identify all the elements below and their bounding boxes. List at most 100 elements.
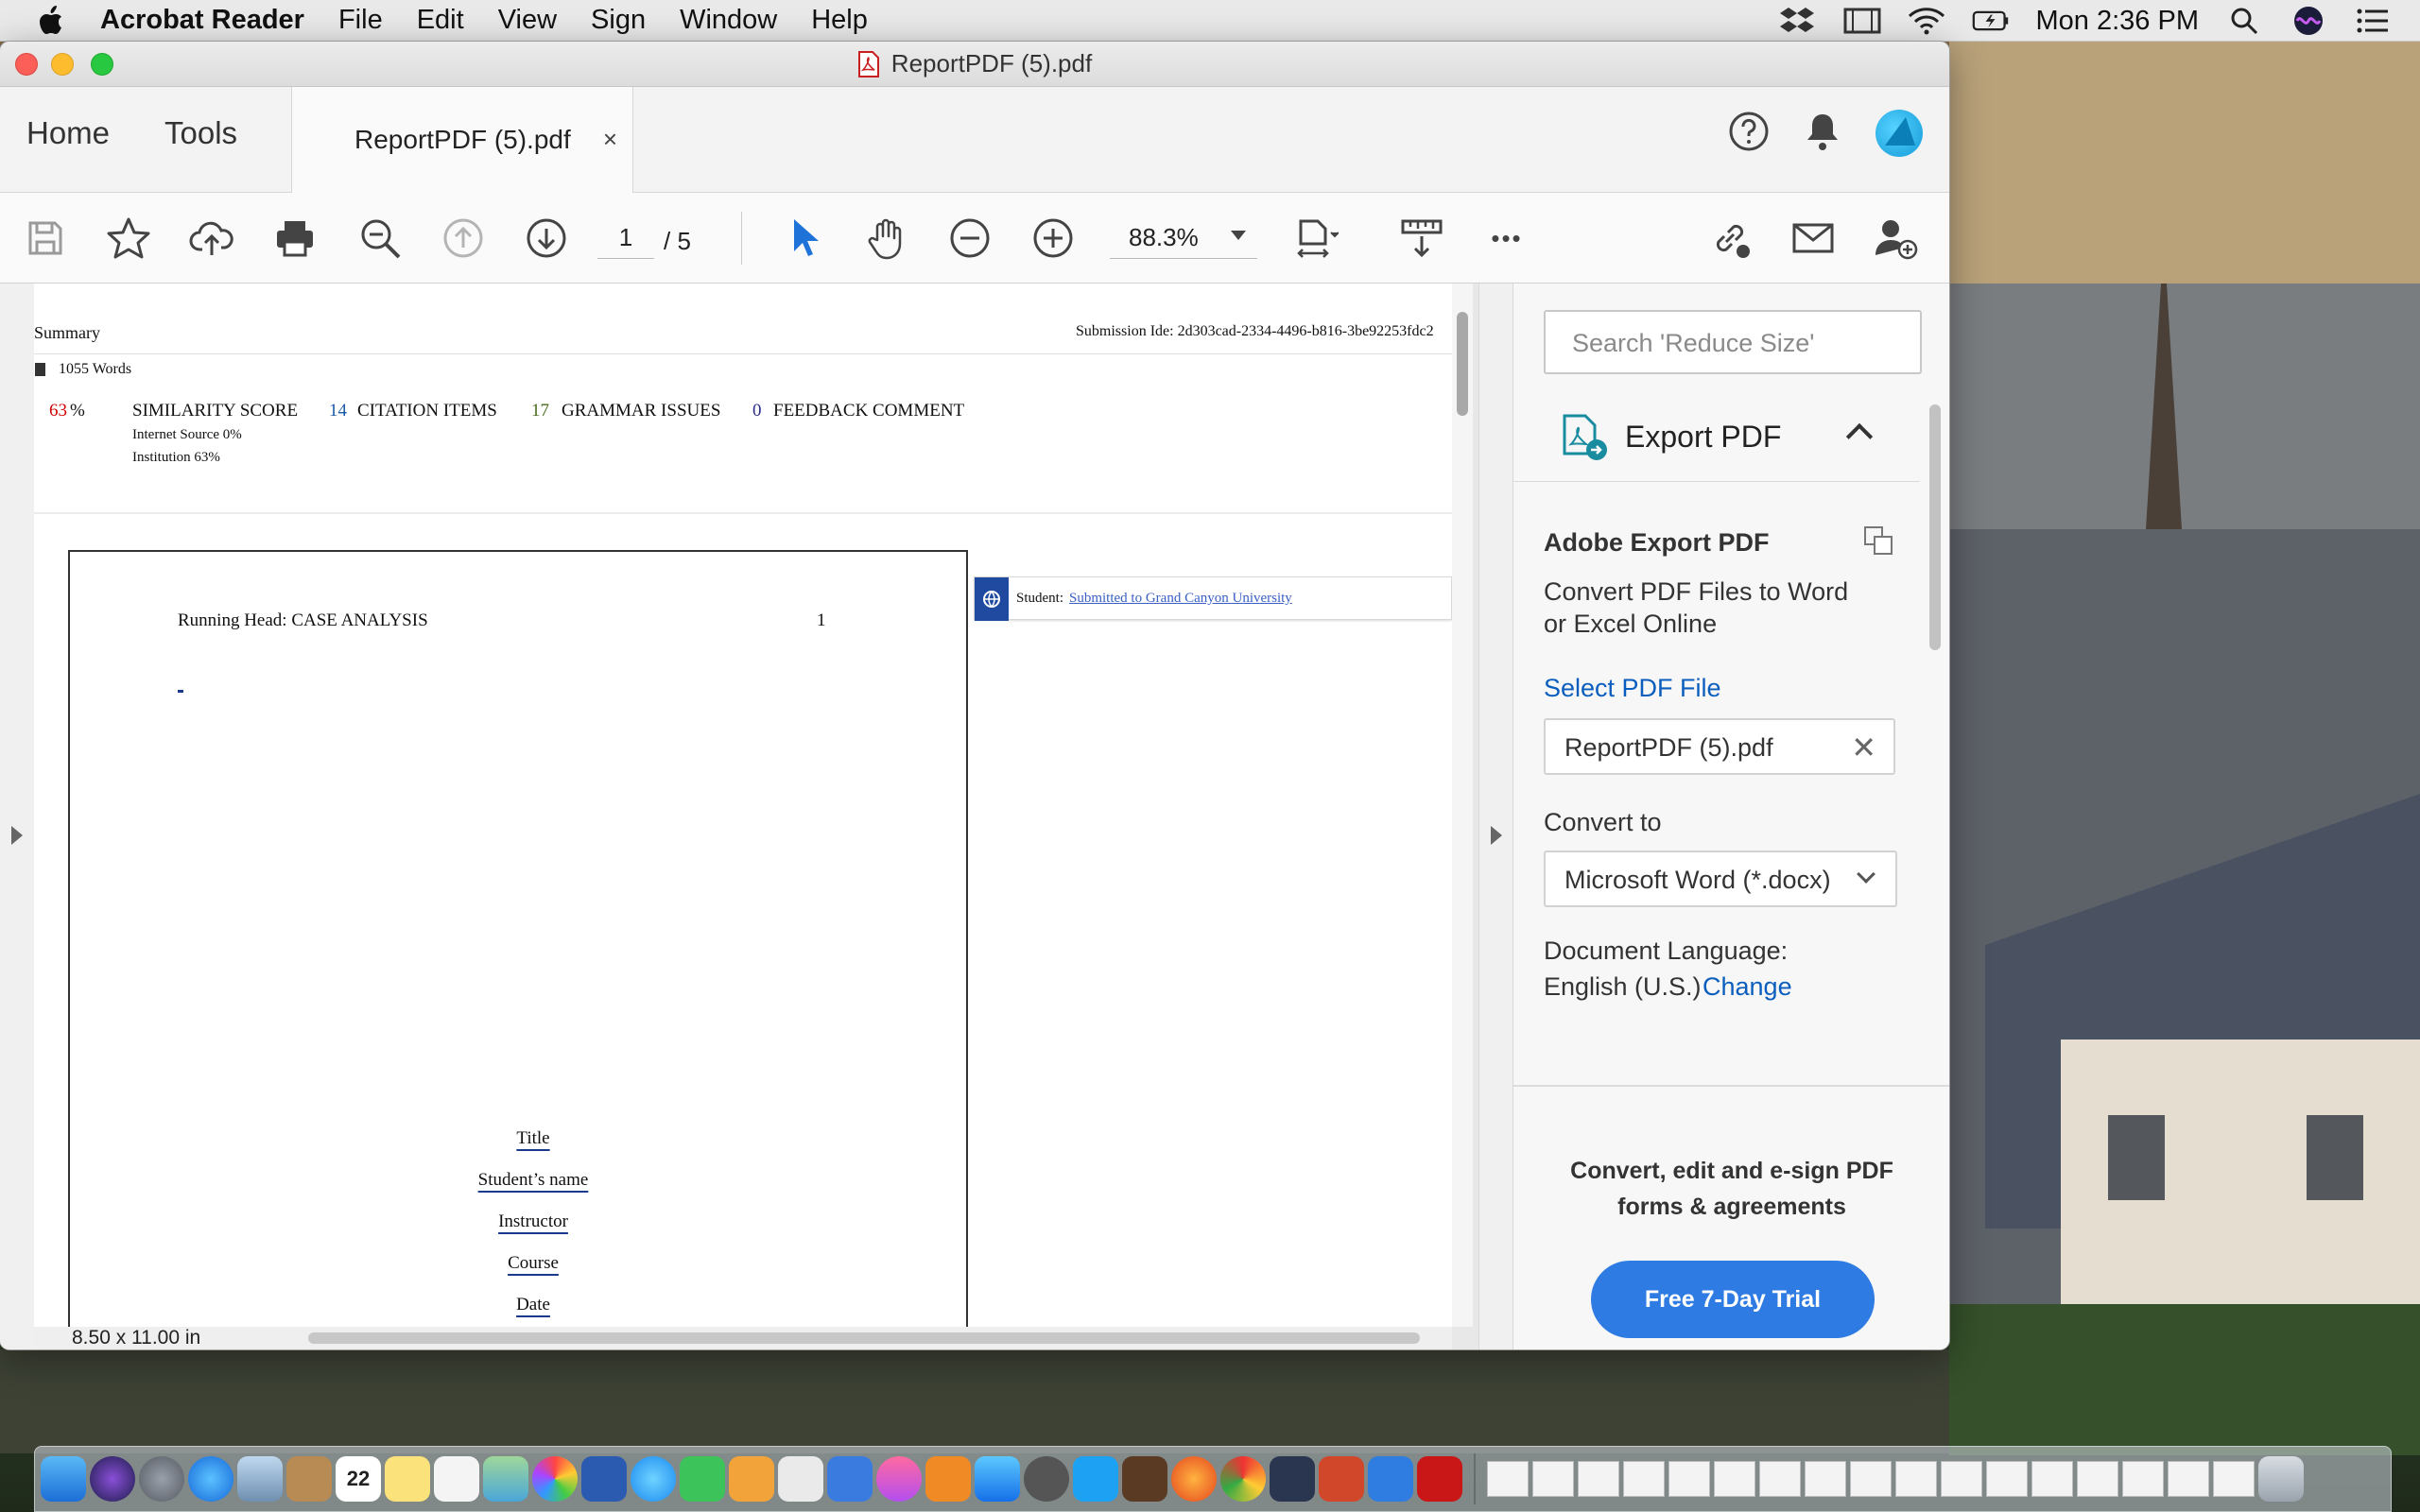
messages-icon[interactable] <box>631 1456 676 1502</box>
next-page-icon[interactable] <box>520 212 573 265</box>
close-window-button[interactable] <box>15 53 38 76</box>
spotlight-search-icon[interactable] <box>2225 6 2263 36</box>
dock-document-thumb[interactable] <box>1668 1461 1710 1497</box>
search-zoom-icon[interactable] <box>354 212 406 265</box>
page-fit-icon[interactable] <box>1289 212 1342 265</box>
film-strip-icon[interactable] <box>1843 6 1881 36</box>
finder-icon[interactable] <box>41 1456 86 1502</box>
dock-document-thumb[interactable] <box>1941 1461 1982 1497</box>
menu-window[interactable]: Window <box>680 5 777 36</box>
pane-scroll-thumb[interactable] <box>1929 404 1941 650</box>
dock-document-thumb[interactable] <box>2077 1461 2118 1497</box>
dropbox-icon[interactable] <box>1779 6 1817 36</box>
books-icon[interactable] <box>925 1456 971 1502</box>
dock-document-thumb[interactable] <box>1623 1461 1665 1497</box>
export-pdf-header[interactable]: Export PDF <box>1513 397 1920 482</box>
reminders-icon[interactable] <box>434 1456 479 1502</box>
wifi-icon[interactable] <box>1908 6 1945 36</box>
copy-icon[interactable] <box>1863 525 1893 560</box>
bluetooth-icon[interactable] <box>1368 1456 1413 1502</box>
word-icon[interactable] <box>581 1456 627 1502</box>
zoom-level-dropdown[interactable]: 88.3% <box>1110 223 1257 259</box>
menu-sign[interactable]: Sign <box>591 5 646 36</box>
collapse-chevron-icon[interactable] <box>1845 422 1874 451</box>
bookmark-star-icon[interactable] <box>102 212 155 265</box>
dock-document-thumb[interactable] <box>2213 1461 2255 1497</box>
dock-document-thumb[interactable] <box>1850 1461 1892 1497</box>
email-icon[interactable] <box>1787 212 1840 265</box>
tab-home[interactable]: Home <box>26 115 110 151</box>
dock-document-thumb[interactable] <box>1532 1461 1574 1497</box>
close-tab-icon[interactable]: × <box>603 125 617 154</box>
dock-document-thumb[interactable] <box>2031 1461 2073 1497</box>
menu-file[interactable]: File <box>338 5 383 36</box>
dock-document-thumb[interactable] <box>1895 1461 1937 1497</box>
dock-document-thumb[interactable] <box>1487 1461 1529 1497</box>
right-panel-toggle[interactable] <box>1478 284 1512 1349</box>
trash-icon[interactable] <box>2258 1456 2304 1502</box>
vertical-scrollbar[interactable] <box>1452 284 1473 1327</box>
dock-document-thumb[interactable] <box>1986 1461 2028 1497</box>
maximize-window-button[interactable] <box>91 53 113 76</box>
dock-document-thumb[interactable] <box>1578 1461 1619 1497</box>
facetime-icon[interactable] <box>680 1456 725 1502</box>
apple-menu-icon[interactable] <box>36 2 72 40</box>
save-icon[interactable] <box>19 212 72 265</box>
app-store-icon[interactable] <box>975 1456 1020 1502</box>
source-link[interactable]: Submitted to Grand Canyon University <box>1069 591 1292 607</box>
launchpad-icon[interactable] <box>139 1456 184 1502</box>
photo-booth-icon[interactable] <box>1270 1456 1315 1502</box>
horizontal-scrollbar[interactable] <box>308 1332 1420 1344</box>
menu-app-name[interactable]: Acrobat Reader <box>100 5 304 36</box>
hand-tool-icon[interactable] <box>860 212 913 265</box>
dock-document-thumb[interactable] <box>2122 1461 2164 1497</box>
clear-file-icon[interactable]: ✕ <box>1851 730 1876 765</box>
skype-icon[interactable] <box>1073 1456 1118 1502</box>
zoom-in-icon[interactable] <box>1027 212 1080 265</box>
acrobat-dock-icon[interactable] <box>1417 1456 1462 1502</box>
tab-tools[interactable]: Tools <box>164 115 237 151</box>
calendar-icon[interactable]: 22 <box>336 1456 381 1502</box>
change-language-link[interactable]: Change <box>1703 970 1792 1004</box>
user-avatar[interactable] <box>1876 110 1923 157</box>
share-link-icon[interactable] <box>1703 212 1756 265</box>
firefox-icon[interactable] <box>1171 1456 1217 1502</box>
menu-help[interactable]: Help <box>811 5 868 36</box>
photos-icon[interactable] <box>532 1456 578 1502</box>
keynote-icon[interactable] <box>827 1456 873 1502</box>
selected-file-field[interactable]: ReportPDF (5).pdf ✕ <box>1544 718 1895 775</box>
vertical-scroll-thumb[interactable] <box>1457 312 1468 416</box>
more-tools-icon[interactable]: ••• <box>1480 212 1533 265</box>
siri-icon[interactable] <box>2290 6 2327 36</box>
convert-format-select[interactable]: Microsoft Word (*.docx) <box>1544 850 1897 907</box>
system-preferences-icon[interactable] <box>1024 1456 1069 1502</box>
tools-search-input[interactable]: Search 'Reduce Size' <box>1544 310 1922 374</box>
numbers-icon[interactable] <box>778 1456 823 1502</box>
previous-page-icon[interactable] <box>437 212 490 265</box>
powerpoint-icon[interactable] <box>1319 1456 1364 1502</box>
siri-dock-icon[interactable] <box>90 1456 135 1502</box>
menu-edit[interactable]: Edit <box>417 5 464 36</box>
page-number-input[interactable]: 1 <box>597 223 654 259</box>
select-cursor-icon[interactable] <box>777 212 830 265</box>
battery-icon[interactable] <box>1972 6 2010 36</box>
dock-document-thumb[interactable] <box>1759 1461 1801 1497</box>
menubar-clock[interactable]: Mon 2:36 PM <box>2036 6 2199 37</box>
left-panel-toggle[interactable] <box>0 284 34 1349</box>
dock-document-thumb[interactable] <box>2168 1461 2209 1497</box>
tab-document[interactable]: ReportPDF (5).pdf × <box>291 87 633 193</box>
add-user-icon[interactable] <box>1870 212 1923 265</box>
document-viewport[interactable]: Summary Submission Ide: 2d303cad-2334-44… <box>0 284 1512 1349</box>
scroll-mode-icon[interactable] <box>1395 212 1448 265</box>
dock-document-thumb[interactable] <box>1805 1461 1846 1497</box>
notes-icon[interactable] <box>385 1456 430 1502</box>
free-trial-button[interactable]: Free 7-Day Trial <box>1591 1261 1875 1338</box>
cloud-upload-icon[interactable] <box>185 212 238 265</box>
help-icon[interactable] <box>1728 111 1770 157</box>
music-icon[interactable] <box>876 1456 922 1502</box>
dock-document-thumb[interactable] <box>1714 1461 1755 1497</box>
minimize-window-button[interactable] <box>51 53 74 76</box>
maps-icon[interactable] <box>483 1456 528 1502</box>
pages-icon[interactable] <box>729 1456 774 1502</box>
chrome-icon[interactable] <box>1220 1456 1266 1502</box>
